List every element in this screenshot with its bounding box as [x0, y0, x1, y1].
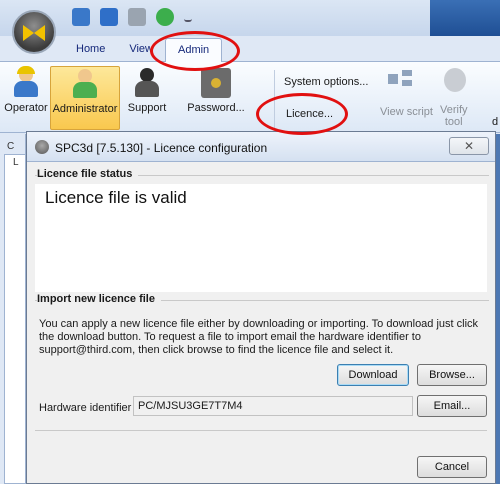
download-button[interactable]: Download	[337, 364, 409, 386]
app-menu-orb[interactable]	[12, 10, 56, 54]
tab-home[interactable]: Home	[64, 38, 117, 62]
safe-icon	[201, 68, 231, 98]
browse-button[interactable]: Browse...	[417, 364, 487, 386]
verify-tool-label-2: tool	[444, 116, 463, 128]
orb-right-arrow-icon	[34, 25, 45, 41]
support-button[interactable]: Support	[122, 66, 172, 130]
left-navigation-panel: C L	[0, 134, 26, 484]
hardware-identifier-field[interactable]: PC/MJSU3GE7T7M4	[133, 396, 413, 416]
right-background-strip	[496, 134, 500, 484]
verify-tool-icon	[444, 68, 466, 92]
status-group-label: Licence file status	[37, 168, 139, 180]
password-label: Password...	[187, 102, 245, 114]
view-script-icon	[388, 70, 412, 86]
tab-admin[interactable]: Admin	[165, 38, 223, 62]
system-options-button[interactable]: System options...	[284, 76, 368, 88]
administrator-icon	[70, 69, 100, 99]
ribbon-divider	[274, 70, 275, 128]
new-file-icon[interactable]	[72, 8, 90, 26]
cut-off-ribbon-text: d	[492, 116, 499, 128]
operator-icon	[11, 66, 41, 98]
left-panel-content: C L	[4, 141, 26, 484]
close-icon: ✕	[463, 139, 475, 153]
tab-view[interactable]: View	[117, 38, 165, 62]
quick-access-toolbar	[72, 8, 192, 26]
close-button[interactable]: ✕	[449, 137, 489, 155]
administrator-label: Administrator	[52, 103, 118, 115]
dialog-title-bar: SPC3d [7.5.130] - Licence configuration …	[27, 132, 495, 162]
ribbon-tabs: Home View Admin	[64, 38, 223, 62]
licence-configuration-dialog: SPC3d [7.5.130] - Licence configuration …	[26, 131, 496, 484]
ribbon-panel: Operator Administrator Support Password.…	[0, 61, 500, 133]
operator-label: Operator	[4, 102, 48, 114]
left-panel-letter-l: L	[13, 157, 19, 168]
licence-status-text: Licence file is valid	[45, 188, 187, 207]
licence-status-box: Licence file is valid	[35, 184, 487, 292]
administrator-button[interactable]: Administrator	[50, 66, 120, 130]
import-description: You can apply a new licence file either …	[39, 318, 479, 356]
customize-qat-icon[interactable]	[184, 8, 192, 22]
app-icon	[35, 140, 49, 154]
cancel-button[interactable]: Cancel	[417, 456, 487, 478]
support-label: Support	[127, 102, 167, 114]
hardware-identifier-value: PC/MJSU3GE7T7M4	[138, 400, 243, 412]
dialog-separator	[35, 430, 487, 431]
open-file-icon[interactable]	[100, 8, 118, 26]
email-button[interactable]: Email...	[417, 395, 487, 417]
password-button[interactable]: Password...	[176, 66, 256, 130]
view-script-button[interactable]: View script	[380, 106, 433, 118]
dialog-title: SPC3d [7.5.130] - Licence configuration	[55, 141, 268, 155]
licence-button[interactable]: Licence...	[286, 108, 333, 120]
hardware-identifier-label: Hardware identifier	[39, 402, 132, 414]
refresh-icon[interactable]	[156, 8, 174, 26]
support-icon	[132, 68, 162, 98]
import-group-label: Import new licence file	[37, 293, 161, 305]
print-icon[interactable]	[128, 8, 146, 26]
left-panel-letter-c: C	[7, 141, 15, 152]
orb-left-arrow-icon	[23, 25, 34, 41]
verify-tool-button[interactable]: Verify tool	[440, 104, 468, 128]
verify-tool-label-1: Verify	[440, 104, 468, 116]
operator-button[interactable]: Operator	[2, 66, 50, 130]
title-bar-accent	[430, 0, 500, 36]
